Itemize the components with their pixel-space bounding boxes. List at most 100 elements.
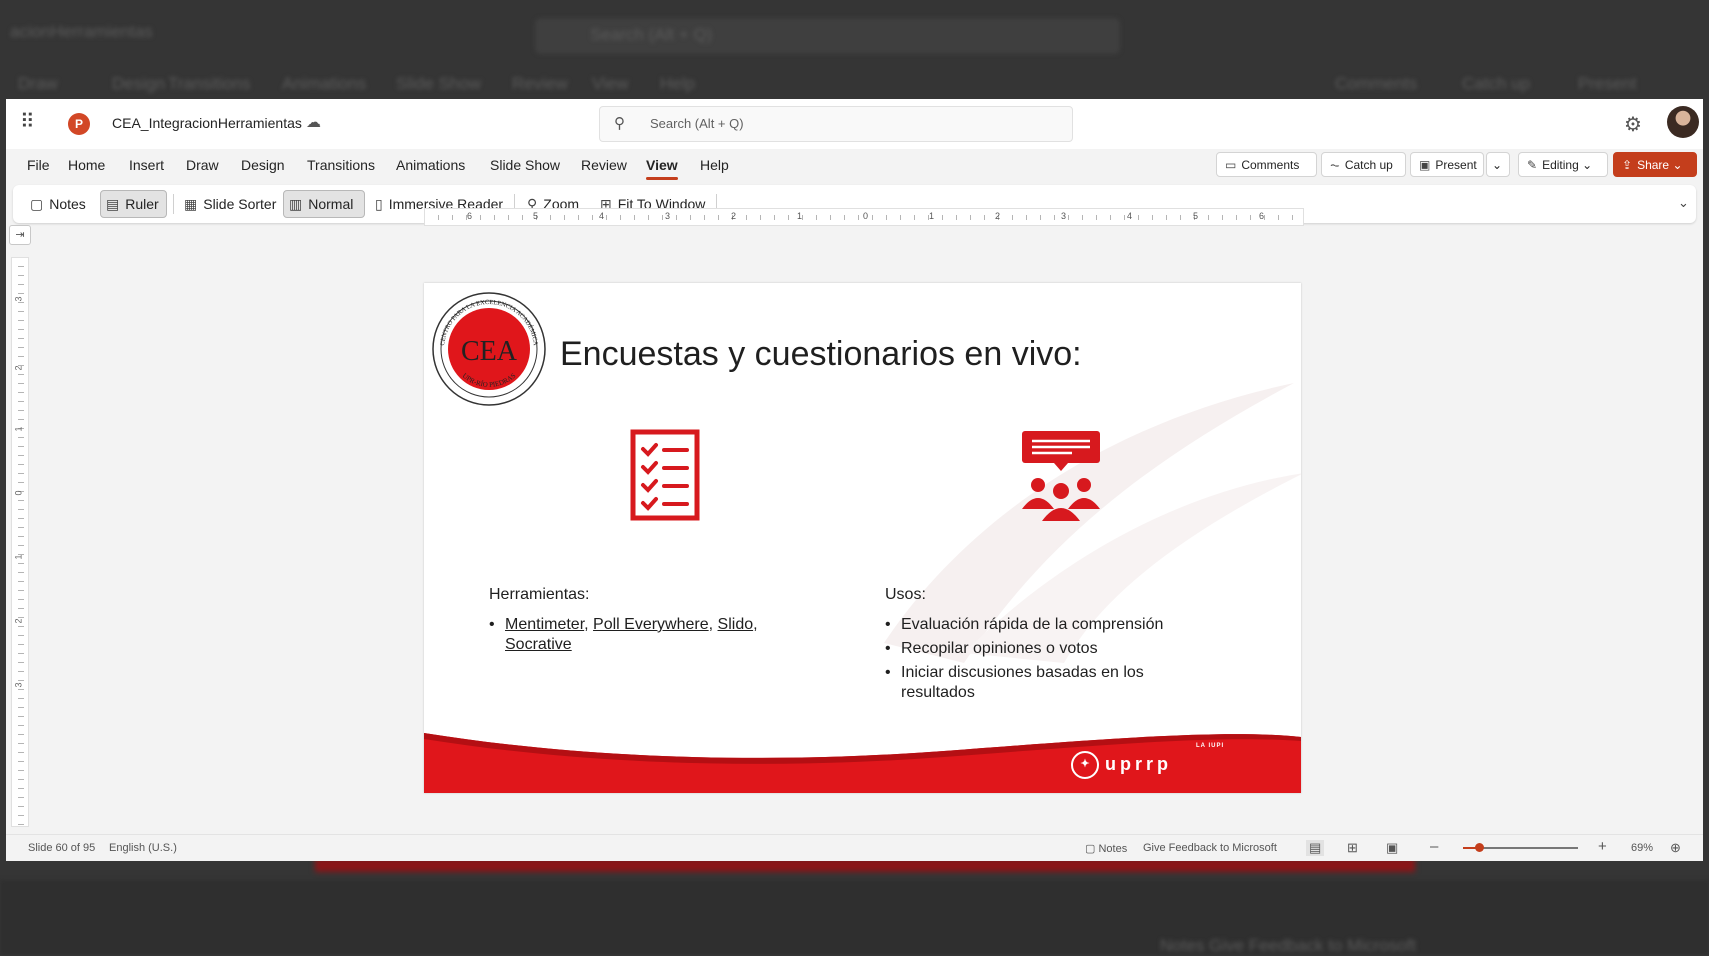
tools-text-box[interactable]: Herramientas: Mentimeter, Poll Everywher… [489,586,799,659]
ruler-number: 2 [731,211,737,221]
tab-draw[interactable]: Draw [186,157,219,173]
zoom-level[interactable]: 69% [1631,842,1653,854]
zoom-slider-thumb[interactable] [1475,843,1484,852]
list-item: Recopilar opiniones o votos [885,639,1185,659]
uprrp-emblem-icon: ✦ [1071,751,1099,779]
slide-title[interactable]: Encuestas y cuestionarios en vivo: [560,335,1082,374]
notes-icon: ▢ [30,196,44,212]
tool-link[interactable]: Poll Everywhere [593,616,709,633]
normal-view-icon[interactable]: ▤ [1306,840,1325,856]
cloud-sync-icon[interactable]: ☁ [306,113,324,131]
tab-transitions[interactable]: Transitions [307,157,375,173]
ruler-number: 4 [599,211,605,221]
ruler-number: 6 [1259,211,1265,221]
tab-home[interactable]: Home [68,157,105,173]
uprrp-footer-logo: ✦ uprrp LA IUPI [1071,743,1223,779]
reading-view-icon[interactable]: ▣ [1386,840,1398,856]
notes-status-button[interactable]: ▢ Notes [1085,842,1127,855]
list-item: Evaluación rápida de la comprensión [885,615,1185,635]
normal-view-icon: ▥ [289,196,303,212]
cea-seal-logo: CENTRO PARA LA EXCELENCIA ACADÉMICA UPR-… [432,292,546,406]
uses-text-box[interactable]: Usos: Evaluación rápida de la comprensió… [885,586,1185,707]
thumbnail-pane-toggle-icon[interactable]: ⇥ [9,225,31,245]
ruler-number: 3 [13,682,24,688]
catch-up-button[interactable]: ⏦ Catch up [1321,152,1406,177]
slide-canvas[interactable]: CENTRO PARA LA EXCELENCIA ACADÉMICA UPR-… [424,283,1301,793]
present-label: Present [1435,158,1477,172]
tab-review[interactable]: Review [581,157,627,173]
fit-slide-icon[interactable]: ⊕ [1670,840,1681,856]
avatar[interactable] [1667,106,1699,138]
present-dropdown[interactable]: ⌄ [1486,152,1510,177]
app-launcher-icon[interactable]: ⠿ [20,112,38,132]
bg-button: Catch up [1462,74,1531,93]
seal-letters: CEA [461,336,518,367]
uprrp-small-text: LA IUPI [1196,743,1225,749]
powerpoint-logo-icon[interactable]: P [68,113,90,135]
tab-insert[interactable]: Insert [129,157,164,173]
comments-button[interactable]: ▭ Comments [1216,152,1317,177]
bg-status: Notes Give Feedback to Microsoft [1160,936,1417,955]
bg-tab: Design [112,74,165,93]
search-box[interactable]: ⚲ Search (Alt + Q) [599,106,1073,142]
tab-help[interactable]: Help [700,157,729,173]
ruler-number: 5 [533,211,539,221]
search-icon: ⚲ [614,115,625,132]
bg-tab: Draw [18,74,58,93]
pencil-icon: ✎ [1527,158,1538,172]
tab-design[interactable]: Design [241,157,285,173]
vertical-ruler[interactable]: 3 2 1 0 1 2 3 [11,257,29,827]
chevron-down-icon: ⌄ [1672,158,1683,172]
bg-button: Comments [1335,74,1418,93]
status-bar: Slide 60 of 95 English (U.S.) ▢ Notes Gi… [6,834,1703,861]
ruler-number: 1 [797,211,803,221]
group-feedback-icon [1022,431,1100,521]
feedback-link[interactable]: Give Feedback to Microsoft [1143,842,1277,854]
catch-up-icon: ⏦ [1330,158,1340,172]
ruler-number: 1 [13,554,24,560]
tab-slide-show[interactable]: Slide Show [490,157,560,173]
ribbon-expand-chevron-icon[interactable]: ⌄ [1678,195,1689,211]
tab-view[interactable]: View [646,157,678,180]
uses-heading: Usos: [885,586,926,603]
notes-button[interactable]: ▢ Notes [25,190,91,218]
chevron-down-icon: ⌄ [1492,158,1503,172]
ruler-number: 1 [13,426,24,432]
normal-view-button[interactable]: ▥ Normal [283,190,365,218]
share-label: Share [1637,158,1670,172]
title-bar: ⠿ P CEA_IntegracionHerramientas ☁ ⚲ Sear… [6,99,1703,149]
language-indicator[interactable]: English (U.S.) [109,842,177,854]
share-icon: ⇪ [1622,158,1633,172]
normal-label: Normal [308,196,354,212]
ruler-number: 3 [665,211,671,221]
document-name[interactable]: CEA_IntegracionHerramientas [112,115,302,131]
tab-file[interactable]: File [27,157,50,173]
slide-sorter-icon[interactable]: ⊞ [1347,840,1358,856]
ruler-number: 0 [863,211,869,221]
slide-sorter-button[interactable]: ▦ Slide Sorter [179,190,281,218]
horizontal-ruler[interactable]: 6 5 4 3 2 1 0 1 2 3 4 5 6 [424,208,1304,226]
ruler-button[interactable]: ▤ Ruler [100,190,167,218]
tool-link[interactable]: Socrative [505,636,572,653]
bg-tab: Help [660,74,695,93]
tab-animations[interactable]: Animations [396,157,465,173]
ruler-number: 0 [13,490,24,496]
tool-link[interactable]: Slido [718,616,754,633]
bg-button: Present [1578,74,1637,93]
search-placeholder: Search (Alt + Q) [650,116,744,131]
tool-link[interactable]: Mentimeter [505,616,584,633]
zoom-out-icon[interactable]: – [1430,838,1438,855]
list-item: Iniciar discusiones basadas en los resul… [885,663,1185,703]
editing-mode-button[interactable]: ✎ Editing ⌄ [1518,152,1608,177]
slide-counter: Slide 60 of 95 [28,842,96,854]
bg-tab: View [592,74,629,93]
present-button[interactable]: ▣ Present [1410,152,1484,177]
notes-label: Notes [49,196,86,212]
settings-gear-icon[interactable]: ⚙ [1624,112,1642,137]
notes-icon: ▢ [1085,843,1099,855]
ruler-number: 4 [1127,211,1133,221]
zoom-in-icon[interactable]: + [1598,838,1607,855]
present-icon: ▣ [1419,158,1431,172]
ruler-number: 3 [13,296,24,302]
share-button[interactable]: ⇪ Share ⌄ [1613,152,1697,177]
